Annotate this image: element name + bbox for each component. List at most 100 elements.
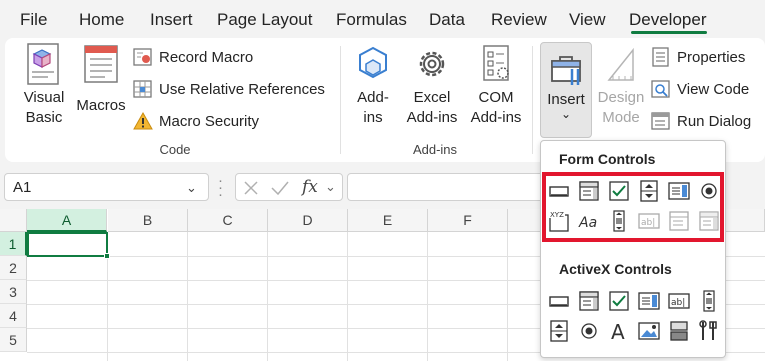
run-dialog-button[interactable]: Run Dialog	[651, 108, 751, 134]
visual-basic-button[interactable]: Visual Basic	[19, 42, 69, 128]
combo-box-icon[interactable]	[577, 289, 601, 313]
cancel-icon[interactable]	[242, 179, 260, 197]
scroll-bar-icon[interactable]	[697, 289, 721, 313]
properties-icon	[652, 47, 669, 67]
chevron-down-icon[interactable]: ⌄	[186, 180, 197, 196]
more-options-icon[interactable]: · · ·	[218, 173, 223, 202]
active-tab-indicator	[631, 31, 707, 34]
design-mode-label-1: Design	[597, 89, 645, 106]
tab-formulas[interactable]: Formulas	[336, 10, 407, 30]
column-header-c[interactable]: C	[188, 209, 268, 232]
svg-text:ab|: ab|	[671, 298, 685, 308]
formula-input[interactable]	[347, 173, 547, 201]
row-header-2[interactable]: 2	[0, 256, 27, 280]
excel-addins-button[interactable]: Excel Add-ins	[401, 42, 463, 128]
macros-icon	[84, 45, 118, 83]
tab-data[interactable]: Data	[429, 10, 465, 30]
record-macro-button[interactable]: Record Macro	[133, 44, 253, 70]
view-code-icon	[651, 80, 670, 98]
column-header-a[interactable]: A	[27, 209, 107, 232]
com-addins-label-2: Add-ins	[470, 109, 522, 126]
column-header-f[interactable]: F	[428, 209, 508, 232]
gear-icon	[419, 51, 445, 77]
text-box-icon[interactable]: ab|	[667, 289, 691, 313]
insert-controls-button[interactable]: Insert ⌄	[540, 42, 592, 138]
excel-addins-label-2: Add-ins	[406, 109, 458, 126]
use-relative-references-button[interactable]: Use Relative References	[133, 76, 325, 102]
check-box-icon[interactable]	[607, 289, 631, 313]
ribbon-tabs: File Home Insert Page Layout Formulas Da…	[0, 0, 765, 38]
properties-button[interactable]: Properties	[651, 44, 745, 70]
relative-references-icon	[133, 80, 152, 98]
design-mode-icon	[607, 47, 634, 81]
addins-label-1: Add-	[357, 89, 389, 106]
name-box[interactable]: A1	[4, 173, 209, 201]
macros-button[interactable]: Macros	[75, 42, 127, 116]
tab-view[interactable]: View	[569, 10, 606, 30]
fill-handle[interactable]	[104, 253, 110, 259]
addins-group-label: Add-ins	[412, 142, 458, 157]
tab-developer[interactable]: Developer	[629, 10, 707, 30]
insert-function-icon[interactable]: fx	[302, 177, 318, 197]
more-controls-icon[interactable]	[697, 319, 721, 343]
row-header-1[interactable]: 1	[0, 232, 27, 256]
enter-check-icon[interactable]	[270, 179, 290, 197]
form-controls-heading: Form Controls	[559, 151, 656, 167]
row-header-5[interactable]: 5	[0, 328, 27, 352]
option-button-icon[interactable]	[577, 319, 601, 343]
design-mode-button[interactable]: Design Mode	[595, 42, 647, 128]
column-header-e[interactable]: E	[348, 209, 428, 232]
image-icon[interactable]	[637, 319, 661, 343]
form-controls-highlight	[542, 172, 724, 242]
label-icon[interactable]: A	[607, 319, 631, 343]
spin-button-icon[interactable]	[547, 319, 571, 343]
tab-page-layout[interactable]: Page Layout	[217, 10, 312, 30]
chevron-down-icon[interactable]: ⌄	[325, 179, 336, 195]
tab-review[interactable]: Review	[491, 10, 547, 30]
addins-button[interactable]: Add- ins	[351, 42, 395, 128]
toolbox-icon	[551, 56, 581, 85]
com-addins-icon	[483, 45, 509, 81]
macros-label: Macros	[76, 97, 126, 114]
activex-controls-heading: ActiveX Controls	[559, 261, 672, 277]
addins-label-2: ins	[363, 109, 383, 126]
group-separator	[340, 46, 341, 154]
chevron-down-icon: ⌄	[560, 107, 572, 121]
code-group-label: Code	[159, 142, 191, 157]
tab-file[interactable]: File	[20, 10, 47, 30]
run-dialog-label: Run Dialog	[677, 112, 752, 130]
tab-insert[interactable]: Insert	[150, 10, 193, 30]
gridline	[347, 232, 348, 361]
visual-basic-label-1: Visual	[23, 89, 65, 106]
record-macro-label: Record Macro	[159, 48, 254, 66]
list-box-icon[interactable]	[637, 289, 661, 313]
active-cell-a1[interactable]	[27, 232, 108, 257]
toggle-button-icon[interactable]	[667, 319, 691, 343]
gridline	[507, 232, 508, 361]
gridline	[187, 232, 188, 361]
excel-addins-label-1: Excel	[413, 89, 451, 106]
row-header-4[interactable]: 4	[0, 304, 27, 328]
use-relative-references-label: Use Relative References	[159, 80, 325, 98]
run-dialog-icon	[651, 112, 670, 130]
column-header-b[interactable]: B	[108, 209, 188, 232]
formula-buttons: fx ⌄	[235, 173, 343, 201]
gridline	[427, 232, 428, 361]
select-all-corner[interactable]	[0, 209, 27, 232]
visual-basic-label-2: Basic	[25, 109, 63, 126]
com-addins-button[interactable]: COM Add-ins	[465, 42, 527, 128]
svg-text:A: A	[611, 320, 625, 343]
hexagon-addin-icon	[359, 46, 387, 79]
insert-label: Insert	[547, 91, 585, 108]
macro-security-button[interactable]: Macro Security	[133, 108, 259, 134]
column-header-d[interactable]: D	[268, 209, 348, 232]
properties-label: Properties	[677, 48, 746, 66]
command-button-icon[interactable]	[547, 289, 571, 313]
warning-icon	[133, 111, 153, 130]
row-header-3[interactable]: 3	[0, 280, 27, 304]
view-code-button[interactable]: View Code	[651, 76, 749, 102]
group-separator	[532, 46, 533, 154]
visual-basic-icon	[27, 43, 59, 85]
design-mode-label-2: Mode	[602, 109, 640, 126]
tab-home[interactable]: Home	[79, 10, 124, 30]
